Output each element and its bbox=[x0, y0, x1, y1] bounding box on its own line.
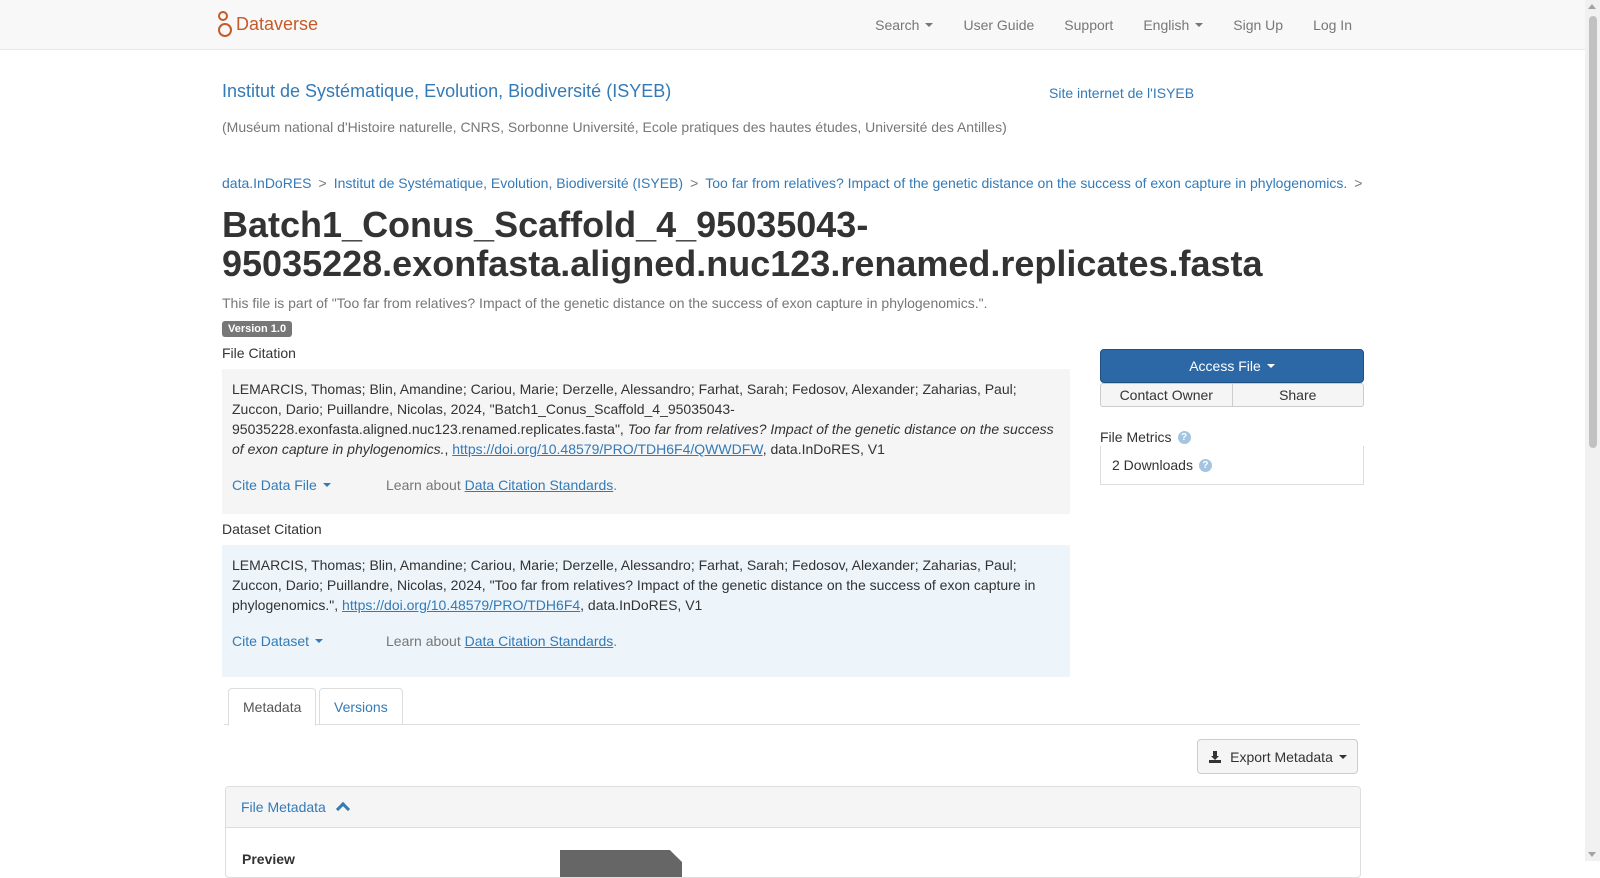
access-file-button[interactable]: Access File bbox=[1100, 349, 1364, 383]
cite-data-file-label: Cite Data File bbox=[232, 477, 317, 493]
caret-down-icon bbox=[1338, 754, 1347, 759]
file-citation-publisher: , data.InDoRES, V1 bbox=[762, 441, 885, 457]
breadcrumb-root[interactable]: data.InDoRES bbox=[222, 175, 312, 191]
dataverse-logo-icon bbox=[218, 11, 232, 37]
breadcrumb-dataset[interactable]: Too far from relatives? Impact of the ge… bbox=[705, 175, 1347, 191]
learn-prefix: Learn about bbox=[386, 477, 465, 493]
dataverse-name-link[interactable]: Institut de Systématique, Evolution, Bio… bbox=[222, 81, 671, 102]
learn-about-citation: Learn about Data Citation Standards. bbox=[386, 475, 617, 495]
owner-share-button-group: Contact Owner Share bbox=[1100, 383, 1364, 407]
file-metadata-heading[interactable]: File Metadata bbox=[226, 787, 1360, 828]
file-part-of-text: This file is part of "Too far from relat… bbox=[222, 295, 988, 311]
caret-down-icon bbox=[925, 22, 934, 27]
export-metadata-label: Export Metadata bbox=[1230, 748, 1333, 765]
cite-data-file-button[interactable]: Cite Data File bbox=[232, 475, 386, 495]
cite-dataset-button[interactable]: Cite Dataset bbox=[232, 631, 386, 651]
nav-log-in[interactable]: Log In bbox=[1313, 17, 1352, 33]
brand-name: Dataverse bbox=[236, 13, 319, 34]
cite-dataset-label: Cite Dataset bbox=[232, 633, 310, 649]
file-metrics-label: File Metrics ? bbox=[1100, 429, 1191, 445]
help-icon[interactable]: ? bbox=[1177, 430, 1191, 444]
dataset-citation-text: LEMARCIS, Thomas; Blin, Amandine; Cariou… bbox=[232, 555, 1060, 615]
chevron-up-icon bbox=[335, 801, 350, 817]
caret-down-icon bbox=[1266, 364, 1275, 368]
learn-suffix: . bbox=[613, 633, 618, 649]
brand-logo-link[interactable]: Dataverse bbox=[217, 9, 318, 39]
nav-search-label: Search bbox=[875, 16, 920, 33]
file-tabs: Metadata Versions bbox=[224, 688, 1360, 726]
file-citation-label: File Citation bbox=[222, 345, 296, 361]
scroll-up-icon[interactable] bbox=[1588, 4, 1596, 9]
breadcrumb-separator: > bbox=[690, 175, 699, 191]
dataverse-site-link[interactable]: Site internet de l'ISYEB bbox=[1049, 85, 1194, 101]
nav-user-guide[interactable]: User Guide bbox=[963, 17, 1034, 33]
file-metadata-panel: File Metadata Preview bbox=[225, 786, 1361, 878]
page-scrollbar[interactable] bbox=[1585, 0, 1600, 861]
file-citation-box: LEMARCIS, Thomas; Blin, Amandine; Cariou… bbox=[222, 369, 1070, 514]
file-metadata-heading-label: File Metadata bbox=[241, 799, 326, 815]
breadcrumb: data.InDoRES > Institut de Systématique,… bbox=[222, 175, 1369, 191]
dataset-citation-publisher: , data.InDoRES, V1 bbox=[580, 597, 703, 613]
nav-support[interactable]: Support bbox=[1064, 17, 1113, 33]
dataset-citation-actions: Cite Dataset Learn about Data Citation S… bbox=[232, 631, 1060, 651]
help-icon[interactable]: ? bbox=[1198, 458, 1212, 472]
learn-suffix: . bbox=[613, 477, 618, 493]
share-button[interactable]: Share bbox=[1232, 383, 1364, 407]
scroll-down-icon[interactable] bbox=[1588, 852, 1596, 857]
learn-about-citation: Learn about Data Citation Standards. bbox=[386, 631, 617, 651]
dataset-citation-label: Dataset Citation bbox=[222, 521, 322, 537]
nav-sign-up[interactable]: Sign Up bbox=[1233, 17, 1283, 33]
dataverse-affiliation: (Muséum national d'Histoire naturelle, C… bbox=[222, 119, 1007, 135]
export-icon bbox=[1209, 750, 1222, 763]
caret-down-icon bbox=[322, 483, 331, 487]
file-doi-link[interactable]: https://doi.org/10.48579/PRO/TDH6F4/QWWD… bbox=[452, 441, 762, 457]
nav-language-label: English bbox=[1143, 16, 1190, 33]
nav-user-guide-label: User Guide bbox=[963, 16, 1035, 33]
preview-label: Preview bbox=[242, 851, 295, 867]
contact-owner-button[interactable]: Contact Owner bbox=[1100, 383, 1233, 407]
data-citation-standards-link[interactable]: Data Citation Standards bbox=[465, 633, 614, 649]
downloads-count: 2 Downloads bbox=[1112, 457, 1193, 473]
page-title: Batch1_Conus_Scaffold_4_95035043-9503522… bbox=[222, 204, 1263, 284]
nav-search[interactable]: Search bbox=[875, 16, 934, 33]
data-citation-standards-link[interactable]: Data Citation Standards bbox=[465, 477, 614, 493]
navbar: Dataverse Search User Guide Support Engl… bbox=[0, 0, 1585, 50]
tab-metadata[interactable]: Metadata bbox=[228, 688, 317, 726]
tab-versions[interactable]: Versions bbox=[319, 688, 403, 725]
access-file-label: Access File bbox=[1189, 358, 1261, 374]
nav-menu: Search User Guide Support English Sign U… bbox=[845, 0, 1352, 49]
breadcrumb-separator: > bbox=[318, 175, 327, 191]
dataset-citation-box: LEMARCIS, Thomas; Blin, Amandine; Cariou… bbox=[222, 545, 1070, 677]
learn-prefix: Learn about bbox=[386, 633, 465, 649]
caret-down-icon bbox=[1195, 22, 1204, 27]
nav-language[interactable]: English bbox=[1143, 16, 1204, 33]
file-citation-text: LEMARCIS, Thomas; Blin, Amandine; Cariou… bbox=[232, 379, 1060, 459]
nav-support-label: Support bbox=[1064, 16, 1114, 33]
file-metrics-title: File Metrics bbox=[1100, 429, 1172, 445]
dataset-doi-link[interactable]: https://doi.org/10.48579/PRO/TDH6F4 bbox=[342, 597, 580, 613]
caret-down-icon bbox=[315, 639, 324, 643]
export-metadata-button[interactable]: Export Metadata bbox=[1197, 739, 1358, 774]
version-badge: Version 1.0 bbox=[222, 321, 293, 337]
breadcrumb-separator: > bbox=[1354, 175, 1363, 191]
file-preview-thumbnail bbox=[560, 850, 682, 877]
breadcrumb-dataverse[interactable]: Institut de Systématique, Evolution, Bio… bbox=[334, 175, 683, 191]
file-citation-actions: Cite Data File Learn about Data Citation… bbox=[232, 475, 1060, 495]
nav-log-in-label: Log In bbox=[1313, 16, 1352, 33]
scrollbar-thumb[interactable] bbox=[1589, 16, 1597, 448]
nav-sign-up-label: Sign Up bbox=[1233, 16, 1284, 33]
file-metrics-box: 2 Downloads ? bbox=[1100, 446, 1364, 485]
